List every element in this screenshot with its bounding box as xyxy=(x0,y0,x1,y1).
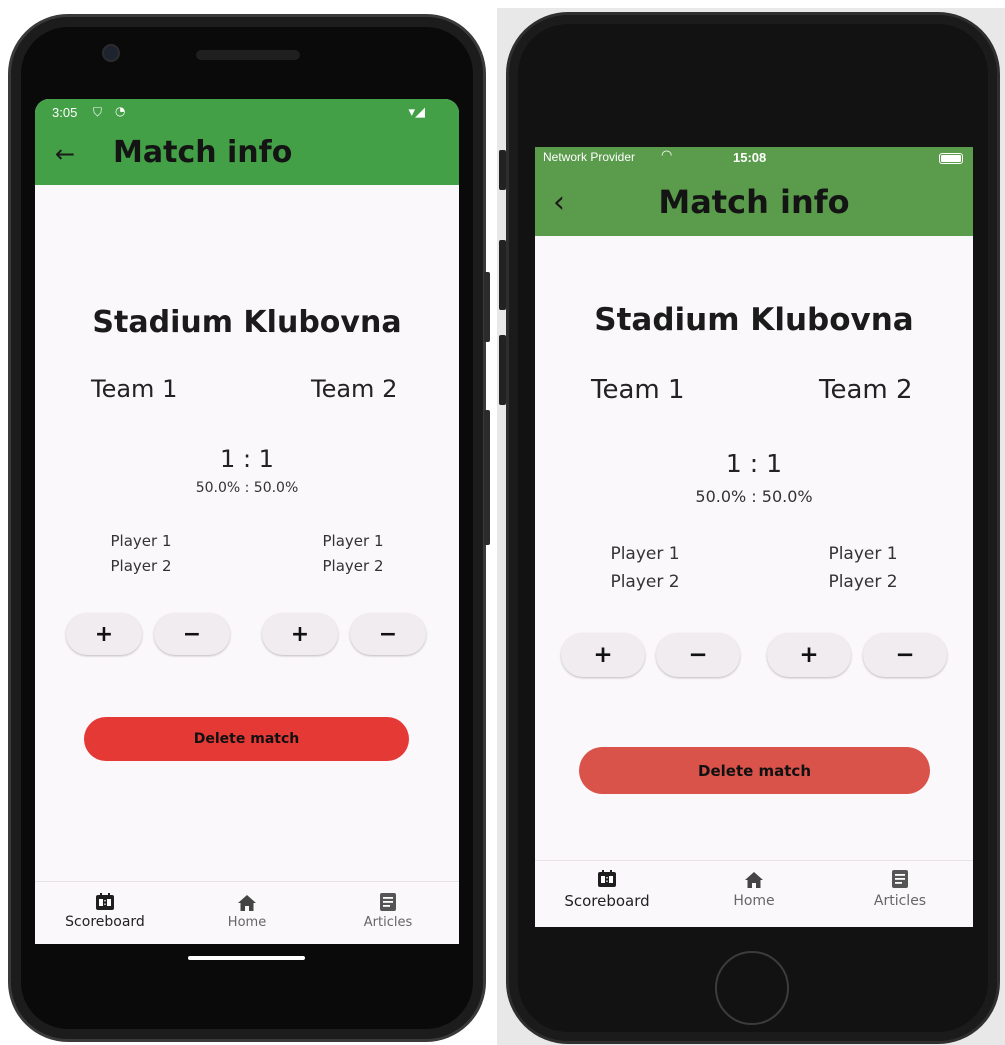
nav-item-articles[interactable]: Articles xyxy=(338,892,438,930)
home-icon xyxy=(745,872,763,888)
android-status-time: 3:05 xyxy=(52,105,78,120)
article-icon xyxy=(380,893,396,911)
android-power-button xyxy=(484,272,490,342)
nav-label-home: Home xyxy=(733,893,775,909)
ios-carrier: Network Provider xyxy=(543,150,636,164)
page-title: Match info xyxy=(113,135,293,170)
scoreboard-icon xyxy=(598,870,616,887)
nav-label-articles: Articles xyxy=(873,893,927,909)
ios-screen: Network Provider ◠ 15:08 ‹ Match info St… xyxy=(535,147,973,927)
team1-player: Player 1 xyxy=(610,544,680,564)
team1-minus-button[interactable]: − xyxy=(656,633,740,677)
team2-plus-button[interactable]: + xyxy=(767,633,851,677)
team2-name: Team 2 xyxy=(311,375,398,403)
android-volume-button xyxy=(484,410,490,545)
android-screen: 3:05 ⛉ ◔ ▾◢ ← Match info Stadium Klubovn… xyxy=(35,99,459,944)
score: 1 : 1 xyxy=(220,445,274,473)
team2-minus-button[interactable]: − xyxy=(863,633,947,677)
arrow-back-icon[interactable]: ← xyxy=(55,140,75,168)
win-percentage: 50.0% : 50.0% xyxy=(195,480,299,496)
team2-plus-button[interactable]: + xyxy=(262,613,338,655)
nav-item-home[interactable]: Home xyxy=(197,894,297,930)
ios-app-bar: Network Provider ◠ 15:08 ‹ Match info xyxy=(535,147,973,236)
nav-item-articles[interactable]: Articles xyxy=(850,869,950,909)
win-percentage: 50.0% : 50.0% xyxy=(695,487,813,506)
stadium-name: Stadium Klubovna xyxy=(92,305,402,340)
scoreboard-icon xyxy=(96,893,114,910)
delete-match-button[interactable]: Delete match xyxy=(84,717,409,761)
android-front-camera xyxy=(102,44,120,62)
team1-player: Player 2 xyxy=(110,557,172,575)
iphone-mute-switch xyxy=(499,150,506,190)
team1-minus-button[interactable]: − xyxy=(154,613,230,655)
bottom-navigation: Scoreboard Home Articles xyxy=(535,860,973,927)
nav-item-home[interactable]: Home xyxy=(704,871,804,909)
ios-status-time: 15:08 xyxy=(733,150,767,165)
team1-plus-button[interactable]: + xyxy=(561,633,645,677)
nav-label-articles: Articles xyxy=(363,915,413,930)
nav-label-home: Home xyxy=(227,915,267,930)
battery-icon xyxy=(939,153,963,164)
team2-minus-button[interactable]: − xyxy=(350,613,426,655)
nav-label-scoreboard: Scoreboard xyxy=(65,914,145,930)
stadium-name: Stadium Klubovna xyxy=(594,302,914,338)
iphone-volume-down xyxy=(499,335,506,405)
article-icon xyxy=(892,870,908,888)
nav-label-scoreboard: Scoreboard xyxy=(564,892,650,910)
team1-player: Player 1 xyxy=(110,532,172,550)
nav-item-scoreboard[interactable]: Scoreboard xyxy=(557,869,657,910)
team1-name: Team 1 xyxy=(591,375,685,405)
android-app-bar: 3:05 ⛉ ◔ ▾◢ ← Match info xyxy=(35,99,459,185)
team2-player: Player 1 xyxy=(322,532,384,550)
bottom-navigation: Scoreboard Home Articles xyxy=(35,881,459,944)
iphone-volume-up xyxy=(499,240,506,310)
nav-item-scoreboard[interactable]: Scoreboard xyxy=(55,892,155,930)
team2-player: Player 1 xyxy=(828,544,898,564)
wifi-icon: ◠ xyxy=(661,148,673,163)
shield-icon: ⛉ xyxy=(93,105,103,119)
home-icon xyxy=(238,895,256,911)
team2-name: Team 2 xyxy=(819,375,913,405)
team2-player: Player 2 xyxy=(322,557,384,575)
delete-match-button[interactable]: Delete match xyxy=(579,747,930,794)
team1-plus-button[interactable]: + xyxy=(66,613,142,655)
score: 1 : 1 xyxy=(725,449,783,478)
iphone-home-button[interactable] xyxy=(715,951,789,1025)
page-title: Match info xyxy=(658,183,850,221)
team1-name: Team 1 xyxy=(91,375,178,403)
sync-icon: ◔ xyxy=(115,104,126,118)
android-earpiece xyxy=(196,50,300,60)
team2-player: Player 2 xyxy=(828,572,898,592)
team1-player: Player 2 xyxy=(610,572,680,592)
android-gesture-bar[interactable] xyxy=(188,956,305,960)
signal-battery-icon: ▾◢ xyxy=(408,105,425,120)
